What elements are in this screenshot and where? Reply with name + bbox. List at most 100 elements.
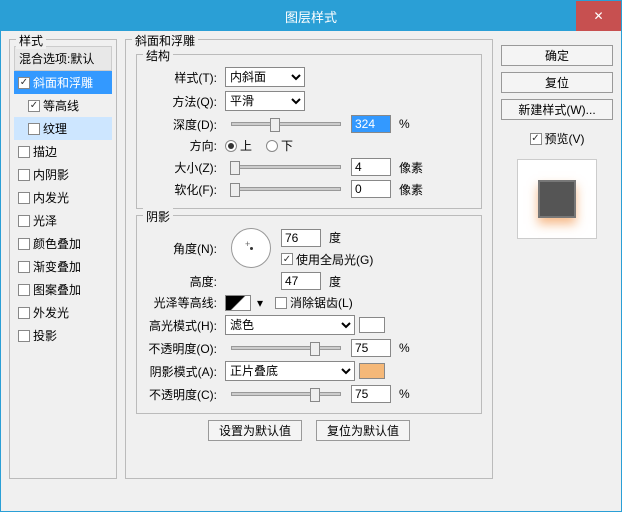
preview-checkbox[interactable]: 预览(V) (501, 130, 613, 147)
chevron-down-icon[interactable]: ▾ (255, 296, 265, 310)
size-input[interactable] (351, 158, 391, 176)
depth-unit: % (399, 117, 410, 131)
soften-label: 软化(F): (143, 181, 221, 198)
style-item-2[interactable]: 纹理 (14, 117, 112, 140)
styles-fieldset: 样式 混合选项:默认斜面和浮雕等高线纹理描边内阴影内发光光泽颜色叠加渐变叠加图案… (9, 39, 117, 479)
cancel-button[interactable]: 复位 (501, 72, 613, 93)
checkbox-icon (281, 253, 293, 265)
highlight-opacity-input[interactable] (351, 339, 391, 357)
highlight-opacity-slider[interactable] (231, 346, 341, 350)
size-slider[interactable] (231, 165, 341, 169)
style-item-4[interactable]: 内阴影 (14, 163, 112, 186)
checkbox-icon (275, 297, 287, 309)
shadow-color-swatch[interactable] (359, 363, 385, 379)
highlight-mode-label: 高光模式(H): (143, 317, 221, 334)
style-item-label: 颜色叠加 (33, 235, 81, 252)
direction-down-radio[interactable]: 下 (266, 137, 293, 154)
checkbox-icon (18, 238, 30, 250)
style-item-10[interactable]: 外发光 (14, 301, 112, 324)
style-item-6[interactable]: 光泽 (14, 209, 112, 232)
technique-select[interactable]: 平滑 (225, 91, 305, 111)
style-item-label: 纹理 (43, 120, 67, 137)
direction-label: 方向: (143, 137, 221, 154)
style-item-label: 光泽 (33, 212, 57, 229)
style-item-7[interactable]: 颜色叠加 (14, 232, 112, 255)
altitude-unit: 度 (329, 273, 341, 290)
size-unit: 像素 (399, 159, 423, 176)
reset-default-button[interactable]: 复位为默认值 (316, 420, 410, 441)
checkbox-icon (18, 77, 30, 89)
checkbox-icon (18, 169, 30, 181)
shading-group: 阴影 角度(N): + 度 使用全局光(G) 高度: (136, 215, 482, 414)
shadow-mode-select[interactable]: 正片叠底 (225, 361, 355, 381)
checkbox-icon (530, 133, 542, 145)
direction-up-radio[interactable]: 上 (225, 137, 252, 154)
global-light-checkbox[interactable]: 使用全局光(G) (281, 251, 373, 268)
styles-legend: 样式 (16, 32, 46, 49)
shadow-opacity-label: 不透明度(C): (143, 386, 221, 403)
preview-box (517, 159, 597, 239)
style-item-3[interactable]: 描边 (14, 140, 112, 163)
checkbox-icon (18, 146, 30, 158)
blend-options-item[interactable]: 混合选项:默认 (14, 46, 112, 71)
style-item-label: 外发光 (33, 304, 69, 321)
angle-input[interactable] (281, 229, 321, 247)
structure-group: 结构 样式(T): 内斜面 方法(Q): 平滑 深度(D): % (136, 54, 482, 209)
soften-slider[interactable] (231, 187, 341, 191)
altitude-input[interactable] (281, 272, 321, 290)
antialias-checkbox[interactable]: 消除锯齿(L) (275, 294, 353, 311)
new-style-button[interactable]: 新建样式(W)... (501, 99, 613, 120)
style-item-1[interactable]: 等高线 (14, 94, 112, 117)
structure-legend: 结构 (143, 47, 173, 64)
contour-swatch[interactable] (225, 295, 251, 311)
style-item-9[interactable]: 图案叠加 (14, 278, 112, 301)
style-item-label: 渐变叠加 (33, 258, 81, 275)
radio-icon (225, 140, 237, 152)
altitude-label: 高度: (143, 273, 221, 290)
titlebar: 图层样式 ✕ (1, 1, 621, 31)
style-label: 样式(T): (143, 69, 221, 86)
style-item-0[interactable]: 斜面和浮雕 (14, 71, 112, 94)
soften-input[interactable] (351, 180, 391, 198)
checkbox-icon (28, 123, 40, 135)
ok-button[interactable]: 确定 (501, 45, 613, 66)
highlight-mode-select[interactable]: 滤色 (225, 315, 355, 335)
checkbox-icon (18, 330, 30, 342)
technique-label: 方法(Q): (143, 93, 221, 110)
contour-label: 光泽等高线: (143, 294, 221, 311)
style-item-label: 等高线 (43, 97, 79, 114)
style-item-label: 斜面和浮雕 (33, 74, 93, 91)
style-item-label: 内阴影 (33, 166, 69, 183)
size-label: 大小(Z): (143, 159, 221, 176)
depth-input[interactable] (351, 115, 391, 133)
shadow-opacity-input[interactable] (351, 385, 391, 403)
window-title: 图层样式 (285, 7, 337, 26)
style-item-5[interactable]: 内发光 (14, 186, 112, 209)
close-button[interactable]: ✕ (576, 1, 621, 31)
angle-widget[interactable]: + (231, 228, 271, 268)
highlight-opacity-label: 不透明度(O): (143, 340, 221, 357)
depth-label: 深度(D): (143, 116, 221, 133)
style-select[interactable]: 内斜面 (225, 67, 305, 87)
style-item-label: 内发光 (33, 189, 69, 206)
style-item-label: 描边 (33, 143, 57, 160)
style-item-11[interactable]: 投影 (14, 324, 112, 347)
soften-unit: 像素 (399, 181, 423, 198)
shading-legend: 阴影 (143, 208, 173, 225)
checkbox-icon (18, 192, 30, 204)
angle-label: 角度(N): (143, 240, 221, 257)
checkbox-icon (18, 307, 30, 319)
highlight-opacity-unit: % (399, 341, 410, 355)
angle-unit: 度 (329, 229, 341, 246)
depth-slider[interactable] (231, 122, 341, 126)
make-default-button[interactable]: 设置为默认值 (208, 420, 302, 441)
bevel-fieldset: 斜面和浮雕 结构 样式(T): 内斜面 方法(Q): 平滑 深度(D): (125, 39, 493, 479)
shadow-opacity-unit: % (399, 387, 410, 401)
close-icon: ✕ (593, 9, 603, 23)
style-item-label: 投影 (33, 327, 57, 344)
style-item-label: 图案叠加 (33, 281, 81, 298)
highlight-color-swatch[interactable] (359, 317, 385, 333)
style-item-8[interactable]: 渐变叠加 (14, 255, 112, 278)
shadow-mode-label: 阴影模式(A): (143, 363, 221, 380)
shadow-opacity-slider[interactable] (231, 392, 341, 396)
